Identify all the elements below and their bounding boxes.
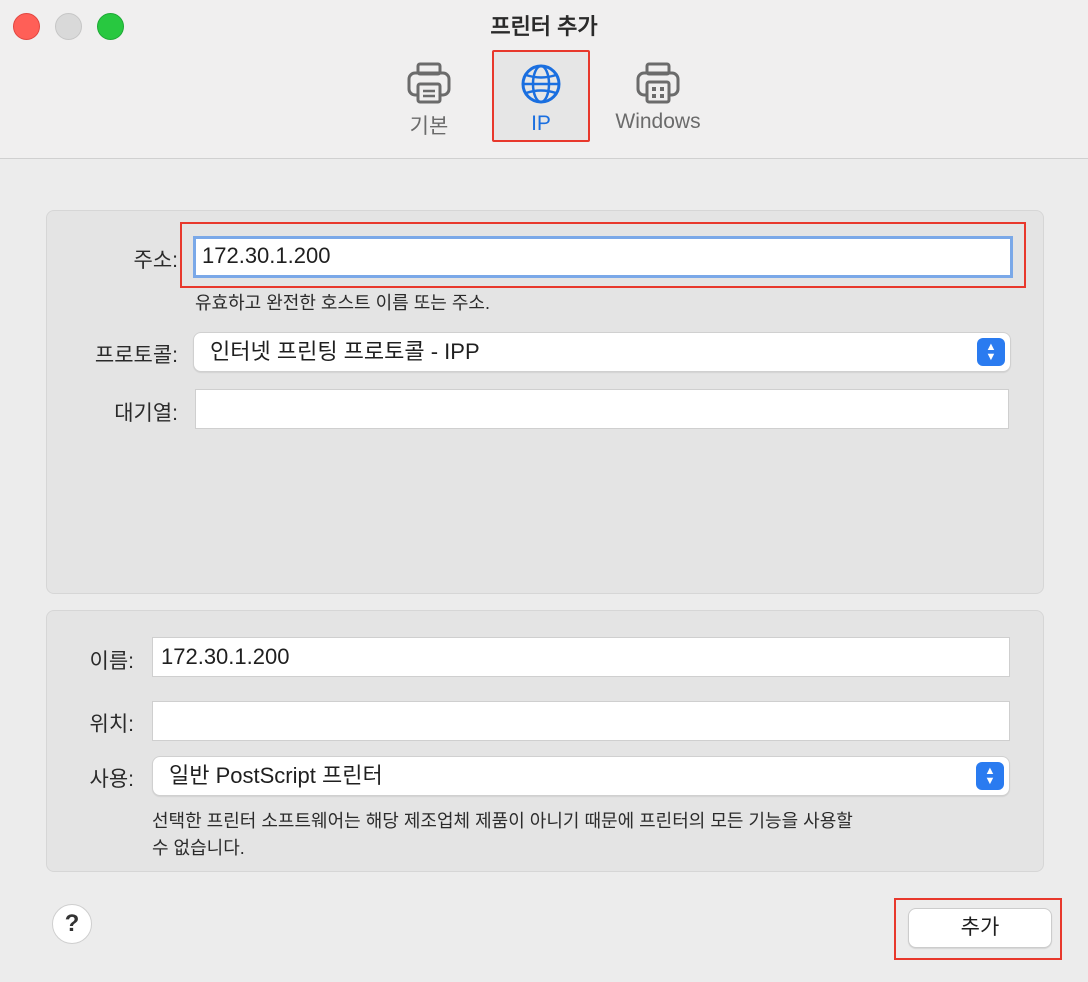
address-highlight	[180, 222, 1026, 288]
location-field[interactable]	[152, 701, 1010, 741]
windows-printer-icon	[636, 62, 680, 104]
location-label: 위치:	[89, 713, 134, 736]
driver-warning-line1: 선택한 프린터 소프트웨어는 해당 제조업체 제품이 아니기 때문에 프린터의 …	[152, 811, 853, 831]
queue-field[interactable]	[195, 389, 1009, 429]
use-label: 사용:	[89, 768, 134, 791]
name-field[interactable]: 172.30.1.200	[152, 637, 1010, 677]
help-button[interactable]: ?	[52, 904, 92, 944]
address-hint: 유효하고 완전한 호스트 이름 또는 주소.	[195, 293, 490, 313]
globe-icon	[521, 64, 561, 104]
name-label: 이름:	[89, 650, 134, 673]
driver-warning: 선택한 프린터 소프트웨어는 해당 제조업체 제품이 아니기 때문에 프린터의 …	[152, 808, 1012, 862]
tab-basic[interactable]: 기본	[392, 52, 466, 144]
printer-icon	[407, 62, 451, 104]
address-label: 주소:	[133, 249, 178, 272]
driver-value: 일반 PostScript 프린터	[169, 763, 383, 788]
window-title: 프린터 추가	[490, 14, 598, 39]
toolbar: 프린터 추가 기본 IP Windows	[0, 0, 1088, 159]
add-button[interactable]: 추가	[908, 908, 1052, 948]
add-printer-window: 프린터 추가 기본 IP Windows 주소: 172.30.1.200 유효…	[0, 0, 1088, 982]
driver-select[interactable]: 일반 PostScript 프린터 ▲ ▼	[152, 756, 1010, 796]
tab-basic-label: 기본	[409, 115, 449, 138]
chevron-updown-icon: ▲ ▼	[976, 762, 1004, 790]
protocol-value: 인터넷 프린팅 프로토콜 - IPP	[210, 339, 480, 364]
queue-label: 대기열:	[114, 402, 178, 425]
tab-ip[interactable]: IP	[492, 50, 590, 142]
tab-ip-label: IP	[531, 112, 551, 135]
protocol-label: 프로토콜:	[94, 344, 178, 367]
tab-windows-label: Windows	[615, 110, 701, 133]
tab-windows[interactable]: Windows	[606, 52, 710, 144]
protocol-select[interactable]: 인터넷 프린팅 프로토콜 - IPP ▲ ▼	[193, 332, 1011, 372]
chevron-updown-icon: ▲ ▼	[977, 338, 1005, 366]
driver-warning-line2: 수 없습니다.	[152, 838, 245, 858]
